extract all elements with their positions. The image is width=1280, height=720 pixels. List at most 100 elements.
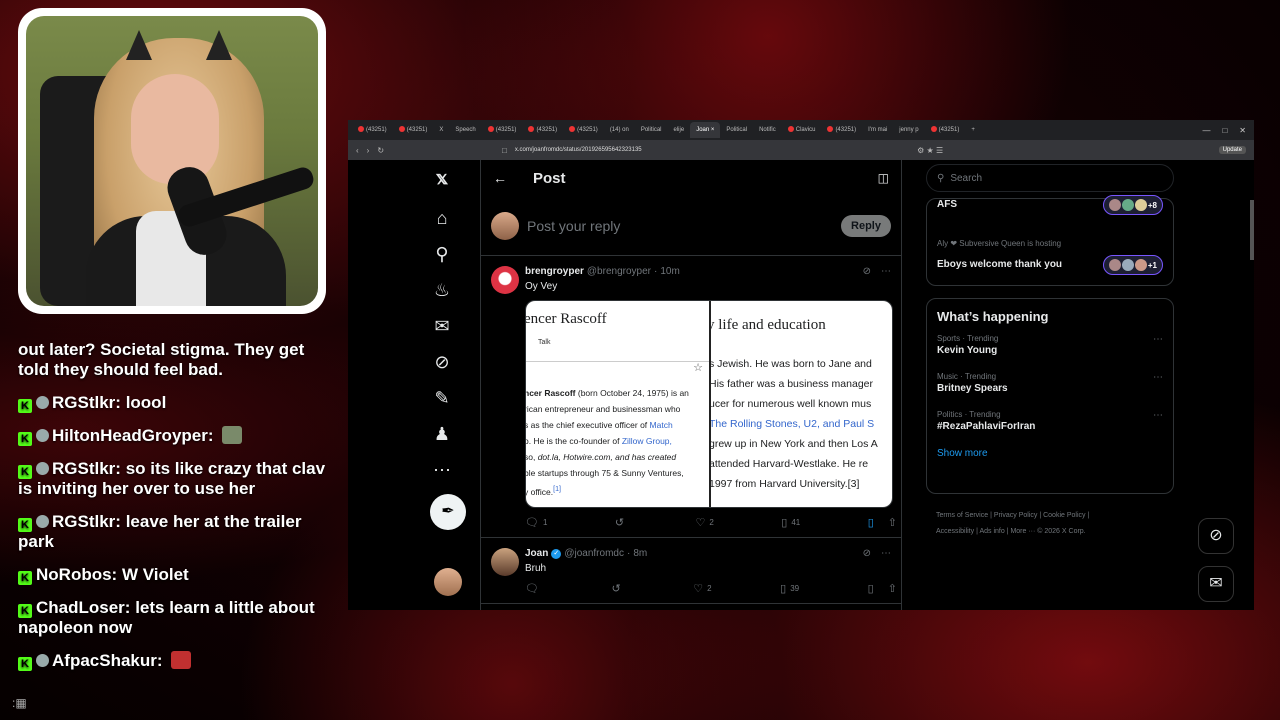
like-action[interactable]: ♡ 2 [693, 582, 711, 595]
views-action[interactable]: ▯ 41 [781, 516, 800, 529]
lists-icon[interactable]: ✎ [430, 386, 454, 410]
profile-icon[interactable]: ♟ [430, 422, 454, 446]
tweet-author-handle[interactable]: @joanfromdc [564, 548, 624, 559]
live-spaces: AFS +8 Aly ❤ Subversive Queen is hosting… [926, 195, 1174, 286]
home-icon[interactable]: ⌂ [430, 206, 454, 230]
compose-post-button[interactable]: ✒ [430, 494, 466, 530]
tweet-media[interactable]: encer Rascoff Talk ☆ ncer Rascoff (born … [525, 300, 893, 508]
tweet-author-handle[interactable]: @brengroyper [587, 266, 651, 277]
bookmark-icon: ▯ [867, 583, 874, 595]
bookmark-action[interactable]: ▯ ⇧ [868, 582, 897, 595]
like-action[interactable]: ♡ 2 [696, 516, 714, 529]
browser-tab[interactable]: (43251) [925, 122, 966, 138]
trend-item[interactable]: Music · Trending Britney Spears ⋯ [937, 372, 1163, 394]
browser-tab[interactable]: I'm mai [862, 122, 893, 138]
notifications-icon[interactable]: ♨ [430, 278, 454, 302]
account-avatar[interactable] [434, 568, 462, 596]
more-options-icon[interactable]: ⋯ [1153, 334, 1163, 345]
chat-bottom-icons: :▦ [12, 696, 27, 710]
scrollbar[interactable] [1250, 200, 1254, 260]
browser-tab[interactable]: (43251) [522, 122, 563, 138]
grok-fab-button[interactable]: ⊘ [1198, 518, 1234, 554]
show-more-link[interactable]: Show more [937, 448, 1163, 459]
reader-mode-icon[interactable]: ◫ [878, 171, 889, 185]
bookmark-icon: ▯ [867, 517, 874, 529]
space-title[interactable]: AFS [937, 199, 957, 210]
more-options-icon[interactable]: ⋯ [881, 548, 891, 559]
tweet-author-name[interactable]: brengroyper [525, 266, 584, 277]
search-input[interactable]: ⚲ Search [926, 164, 1174, 192]
tweet-time[interactable]: 8m [633, 548, 647, 559]
space-listeners[interactable]: +1 [1102, 255, 1163, 275]
browser-tab[interactable]: jenny p [893, 122, 924, 138]
browser-tab[interactable]: (43251) [563, 122, 604, 138]
forward-icon[interactable]: › [367, 146, 370, 155]
reply-icon: 🗨 [525, 583, 539, 595]
trend-item[interactable]: Sports · Trending Kevin Young ⋯ [937, 334, 1163, 356]
reply-action[interactable]: 🗨 1 [525, 516, 547, 529]
browser-tab[interactable]: Clavicu [782, 122, 822, 138]
update-button[interactable]: Update [1218, 146, 1246, 154]
messages-icon[interactable]: ✉ [430, 314, 454, 338]
search-icon[interactable]: ⚲ [430, 242, 454, 266]
more-options-icon[interactable]: ⋯ [1153, 372, 1163, 383]
user-badge-icon [36, 654, 49, 667]
kick-badge-icon: K [18, 465, 32, 479]
grok-icon[interactable]: ⊘ [863, 548, 871, 559]
tweet[interactable]: Joan ✓ @joanfromdc · 8m ⊘ ⋯ Bruh 🗨 ↺ ♡ 2… [481, 538, 901, 604]
space-title[interactable]: Eboys welcome thank you [937, 259, 1062, 270]
grok-icon[interactable]: ⊘ [430, 350, 454, 374]
browser-tab[interactable]: (14) on [604, 122, 635, 138]
avatar[interactable] [491, 266, 519, 294]
bookmark-action[interactable]: ▯ ⇧ [868, 516, 897, 529]
avatar[interactable] [491, 548, 519, 576]
browser-tab[interactable]: Political [635, 122, 668, 138]
space-listeners[interactable]: +8 [1102, 195, 1163, 215]
url-field[interactable]: x.com/joanfromdc/status/2019265956423231… [515, 147, 642, 153]
browser-tab[interactable]: (43251) [352, 122, 393, 138]
repost-action[interactable]: ↺ [612, 582, 625, 595]
more-options-icon[interactable]: ⋯ [881, 266, 891, 277]
views-action[interactable]: ▯ 39 [780, 582, 799, 595]
grok-icon[interactable]: ⊘ [863, 266, 871, 277]
tweet-time[interactable]: 10m [660, 266, 679, 277]
more-icon[interactable]: ⋯ [430, 458, 454, 482]
trend-item[interactable]: Politics · Trending #RezaPahlaviForIran … [937, 410, 1163, 432]
back-icon[interactable]: ‹ [356, 146, 359, 155]
tweet[interactable]: brengroyper @brengroyper · 10m ⊘ ⋯ Oy Ve… [481, 256, 901, 538]
browser-tab[interactable]: Political [720, 122, 753, 138]
avatar [491, 211, 519, 240]
browser-tab-active[interactable]: Joan × [690, 122, 721, 138]
back-arrow-icon[interactable]: ← [493, 170, 507, 186]
close-icon[interactable]: ✕ [1239, 126, 1246, 135]
maximize-icon[interactable]: □ [1222, 126, 1227, 135]
browser-tab[interactable]: elije [668, 122, 691, 138]
browser-tab[interactable]: X [433, 122, 449, 138]
tweet-author-name[interactable]: Joan [525, 548, 548, 559]
browser-tab[interactable]: (43251) [482, 122, 523, 138]
browser-tab[interactable]: Notific [753, 122, 782, 138]
section-title: What’s happening [937, 309, 1049, 324]
reply-button[interactable]: Reply [841, 214, 891, 237]
browser-window: (43251) (43251) X Speech (43251) (43251)… [348, 120, 1254, 610]
repost-action[interactable]: ↺ [615, 516, 628, 529]
reload-icon[interactable]: ↻ [377, 146, 384, 155]
reply-icon: 🗨 [525, 517, 539, 529]
browser-tab[interactable]: Speech [449, 122, 481, 138]
new-tab-button[interactable]: + [965, 122, 981, 138]
more-options-icon[interactable]: ⋯ [1153, 410, 1163, 421]
bookmark-icon[interactable]: □ [502, 146, 507, 155]
main-column: ← Post ◫ Post your reply Reply brengroyp… [480, 160, 902, 610]
x-logo-icon[interactable]: 𝕩 [430, 166, 454, 190]
tweet-actions: 🗨 1 ↺ ♡ 2 ▯ 41 ▯ ⇧ [525, 508, 897, 537]
messages-fab-button[interactable]: ✉ [1198, 566, 1234, 602]
whats-happening: What’s happening Sports · Trending Kevin… [926, 298, 1174, 494]
reply-action[interactable]: 🗨 [525, 582, 543, 595]
verified-badge-icon: ✓ [551, 548, 562, 559]
minimize-icon[interactable]: — [1202, 126, 1210, 135]
reply-input[interactable]: Post your reply [527, 218, 841, 234]
browser-tab[interactable]: (43251) [393, 122, 434, 138]
browser-tab[interactable]: (43251) [821, 122, 862, 138]
extensions-icon[interactable]: ⚙ ★ ☰ [917, 146, 943, 155]
share-icon: ⇧ [887, 517, 897, 529]
